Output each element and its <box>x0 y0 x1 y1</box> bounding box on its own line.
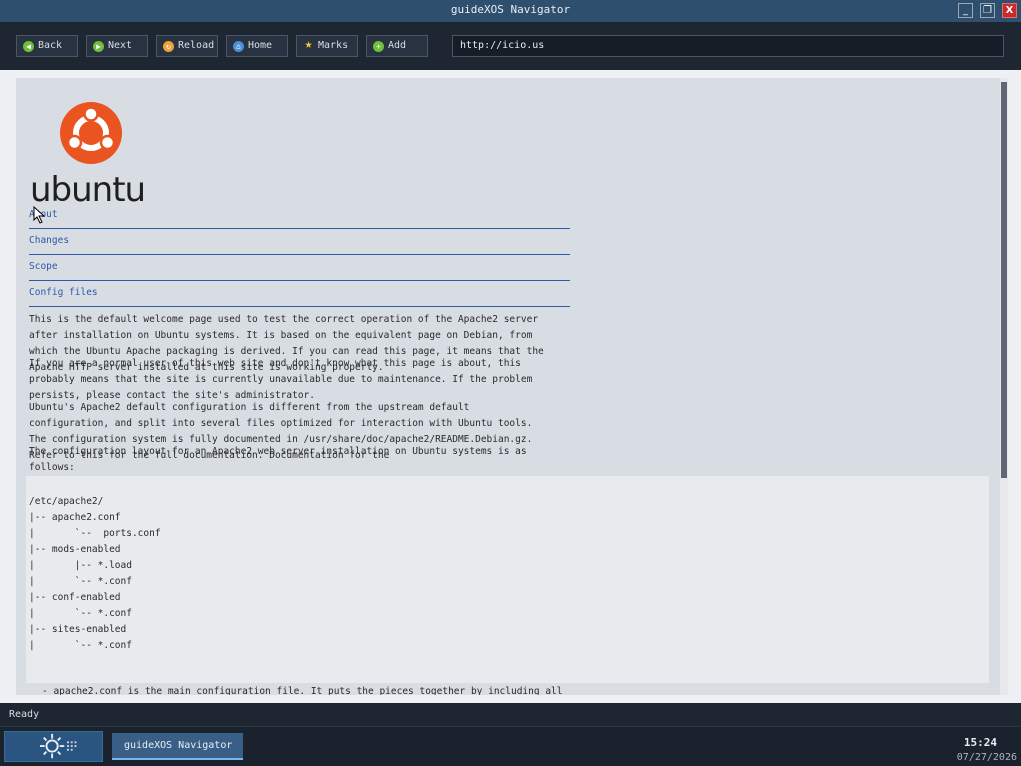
window-titlebar[interactable]: guideXOS Navigator _ ❐ X <box>0 0 1021 22</box>
ubuntu-logo-text: ubuntu <box>30 170 146 210</box>
layout-paragraph: The configuration layout for an Apache2 … <box>29 446 527 473</box>
clock-date: 07/27/2026 <box>956 752 1017 763</box>
status-bar: Ready <box>0 703 1021 726</box>
star-icon: ★ <box>304 37 313 52</box>
reload-icon: ↻ <box>163 41 174 52</box>
arrow-right-icon: ▶ <box>93 41 104 52</box>
marks-button-label: Marks <box>318 40 349 51</box>
next-button-label: Next <box>108 40 133 51</box>
close-button[interactable]: X <box>1002 3 1017 18</box>
taskbar: guideXOS Navigator 15:24 07/27/2026 <box>0 726 1021 766</box>
nav-link-changes[interactable]: Changes <box>29 234 570 255</box>
taskbar-item-navigator[interactable]: guideXOS Navigator <box>112 733 243 760</box>
marks-button[interactable]: ★ Marks <box>296 35 358 57</box>
vertical-scrollbar[interactable] <box>1000 78 1008 695</box>
web-page[interactable]: ubuntu About Changes Scope Config files … <box>16 78 1000 695</box>
start-button[interactable] <box>4 731 103 762</box>
next-button[interactable]: ▶ Next <box>86 35 148 57</box>
nav-link-config-files[interactable]: Config files <box>29 286 570 307</box>
content-frame: ubuntu About Changes Scope Config files … <box>0 70 1021 703</box>
add-button-label: Add <box>388 40 407 51</box>
guidexos-logo-icon <box>39 733 77 759</box>
back-button-label: Back <box>38 40 63 51</box>
maximize-button[interactable]: ❐ <box>980 3 995 18</box>
apache2-conf-bullet: - apache2.conf is the main configuration… <box>42 686 563 695</box>
config-tree-code-block: /etc/apache2/ |-- apache2.conf | `-- por… <box>26 476 989 683</box>
reload-button-label: Reload <box>178 40 215 51</box>
url-input[interactable]: http://icio.us <box>452 35 1004 57</box>
minimize-button[interactable]: _ <box>958 3 973 18</box>
back-button[interactable]: ◀ Back <box>16 35 78 57</box>
home-icon: ⌂ <box>233 41 244 52</box>
config-tree-text: /etc/apache2/ |-- apache2.conf | `-- por… <box>29 496 161 651</box>
nav-link-scope[interactable]: Scope <box>29 260 570 281</box>
scrollbar-thumb[interactable] <box>1001 82 1007 478</box>
plus-icon: + <box>373 41 384 52</box>
add-button[interactable]: + Add <box>366 35 428 57</box>
nav-link-about[interactable]: About <box>29 208 570 229</box>
home-button-label: Home <box>248 40 273 51</box>
reload-button[interactable]: ↻ Reload <box>156 35 218 57</box>
status-text: Ready <box>9 709 40 720</box>
mouse-pointer-icon <box>33 206 46 224</box>
window-title: guideXOS Navigator <box>450 3 571 16</box>
normal-user-paragraph: If you are a normal user of this web sit… <box>29 358 533 401</box>
home-button[interactable]: ⌂ Home <box>226 35 288 57</box>
arrow-left-icon: ◀ <box>23 41 34 52</box>
clock-time: 15:24 <box>963 736 997 749</box>
